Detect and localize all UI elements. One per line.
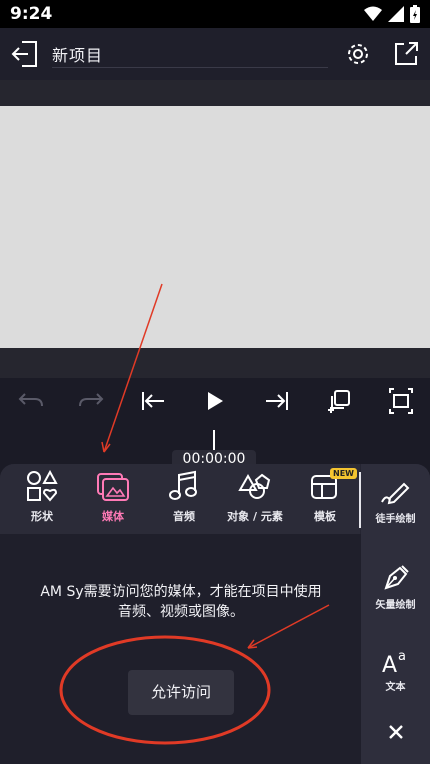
- media-permission-panel: AM Sy需要访问您的媒体，才能在项目中使用 音频、视频或图像。 允许访问: [0, 534, 361, 764]
- tab-templates[interactable]: NEW 模板: [294, 468, 357, 530]
- layers-button[interactable]: [324, 386, 354, 416]
- freehand-label: 徒手绘制: [375, 514, 416, 525]
- close-button[interactable]: [361, 722, 430, 742]
- exit-button[interactable]: [10, 40, 40, 68]
- permission-message-line1: AM Sy需要访问您的媒体，才能在项目中使用: [40, 584, 322, 600]
- tab-label: 形状: [31, 510, 53, 523]
- tab-label: 媒体: [102, 510, 124, 523]
- music-note-icon: [169, 470, 197, 500]
- shapes-icon: [27, 470, 58, 502]
- allow-access-button[interactable]: 允许访问: [128, 670, 234, 715]
- status-icons: [364, 5, 420, 23]
- battery-icon: [410, 5, 420, 23]
- exit-icon: [11, 41, 37, 67]
- tab-audio[interactable]: 音频: [153, 470, 215, 530]
- status-time: 9:24: [10, 4, 53, 24]
- skip-end-icon: [266, 392, 288, 410]
- export-button[interactable]: [392, 40, 420, 68]
- bottom-panel: 形状 媒体 音频 对象 / 元素 NEW 模板 AM Sy需要访问您的媒体，才能…: [0, 464, 430, 764]
- close-icon: [388, 725, 403, 739]
- project-title-field[interactable]: 新项目: [52, 42, 328, 68]
- playback-controls: [0, 378, 430, 428]
- top-strip: [0, 80, 430, 106]
- text-button[interactable]: A a 文本: [361, 646, 430, 693]
- vector-label: 矢量绘制: [375, 600, 416, 611]
- status-bar: 9:24: [0, 0, 430, 28]
- new-badge: NEW: [330, 468, 357, 479]
- project-canvas[interactable]: [0, 106, 430, 348]
- media-icon: [97, 473, 129, 501]
- fit-screen-icon: [389, 388, 413, 414]
- drawing-sidebar: 徒手绘制 矢量绘制 A a 文本: [361, 464, 430, 764]
- fit-screen-button[interactable]: [386, 386, 416, 416]
- vector-draw-button[interactable]: 矢量绘制: [361, 562, 430, 611]
- pen-brush-icon: [380, 482, 409, 505]
- tab-label: 音频: [173, 510, 195, 523]
- skip-start-icon: [142, 392, 164, 410]
- permission-message-line2: 音频、视频或图像。: [118, 604, 244, 620]
- timeline[interactable]: 00:00:00: [0, 428, 430, 466]
- skip-to-end-button[interactable]: [262, 386, 292, 416]
- tab-objects-elements[interactable]: 对象 / 元素: [224, 470, 286, 530]
- text-label: 文本: [385, 682, 406, 693]
- undo-button[interactable]: [16, 386, 46, 416]
- svg-text:a: a: [398, 649, 406, 664]
- text-icon: A a: [382, 649, 406, 674]
- undo-icon: [18, 393, 43, 407]
- redo-button[interactable]: [76, 386, 106, 416]
- vector-pen-icon: [383, 565, 409, 590]
- tab-bar: 形状 媒体 音频 对象 / 元素 NEW 模板: [0, 464, 360, 534]
- playhead[interactable]: [213, 430, 215, 452]
- skip-to-start-button[interactable]: [138, 386, 168, 416]
- freehand-draw-button[interactable]: 徒手绘制: [361, 480, 430, 525]
- svg-text:A: A: [382, 653, 397, 674]
- settings-button[interactable]: [344, 40, 372, 68]
- project-title: 新项目: [52, 46, 104, 65]
- signal-icon: [388, 6, 404, 22]
- tab-label: 模板: [314, 510, 336, 523]
- play-button[interactable]: [200, 386, 230, 416]
- app-bar: 新项目: [0, 28, 430, 80]
- gear-icon: [348, 44, 368, 64]
- tab-media[interactable]: 媒体: [82, 470, 144, 530]
- redo-icon: [79, 393, 104, 407]
- wifi-icon: [364, 6, 382, 21]
- layers-icon: [328, 390, 350, 413]
- play-icon: [208, 392, 223, 410]
- canvas-bottom-strip: [0, 348, 430, 378]
- objects-icon: [238, 473, 271, 499]
- tab-shapes[interactable]: 形状: [11, 470, 73, 530]
- tab-label: 对象 / 元素: [227, 510, 283, 523]
- export-icon: [395, 42, 418, 65]
- permission-message: AM Sy需要访问您的媒体，才能在项目中使用 音频、视频或图像。: [16, 582, 346, 622]
